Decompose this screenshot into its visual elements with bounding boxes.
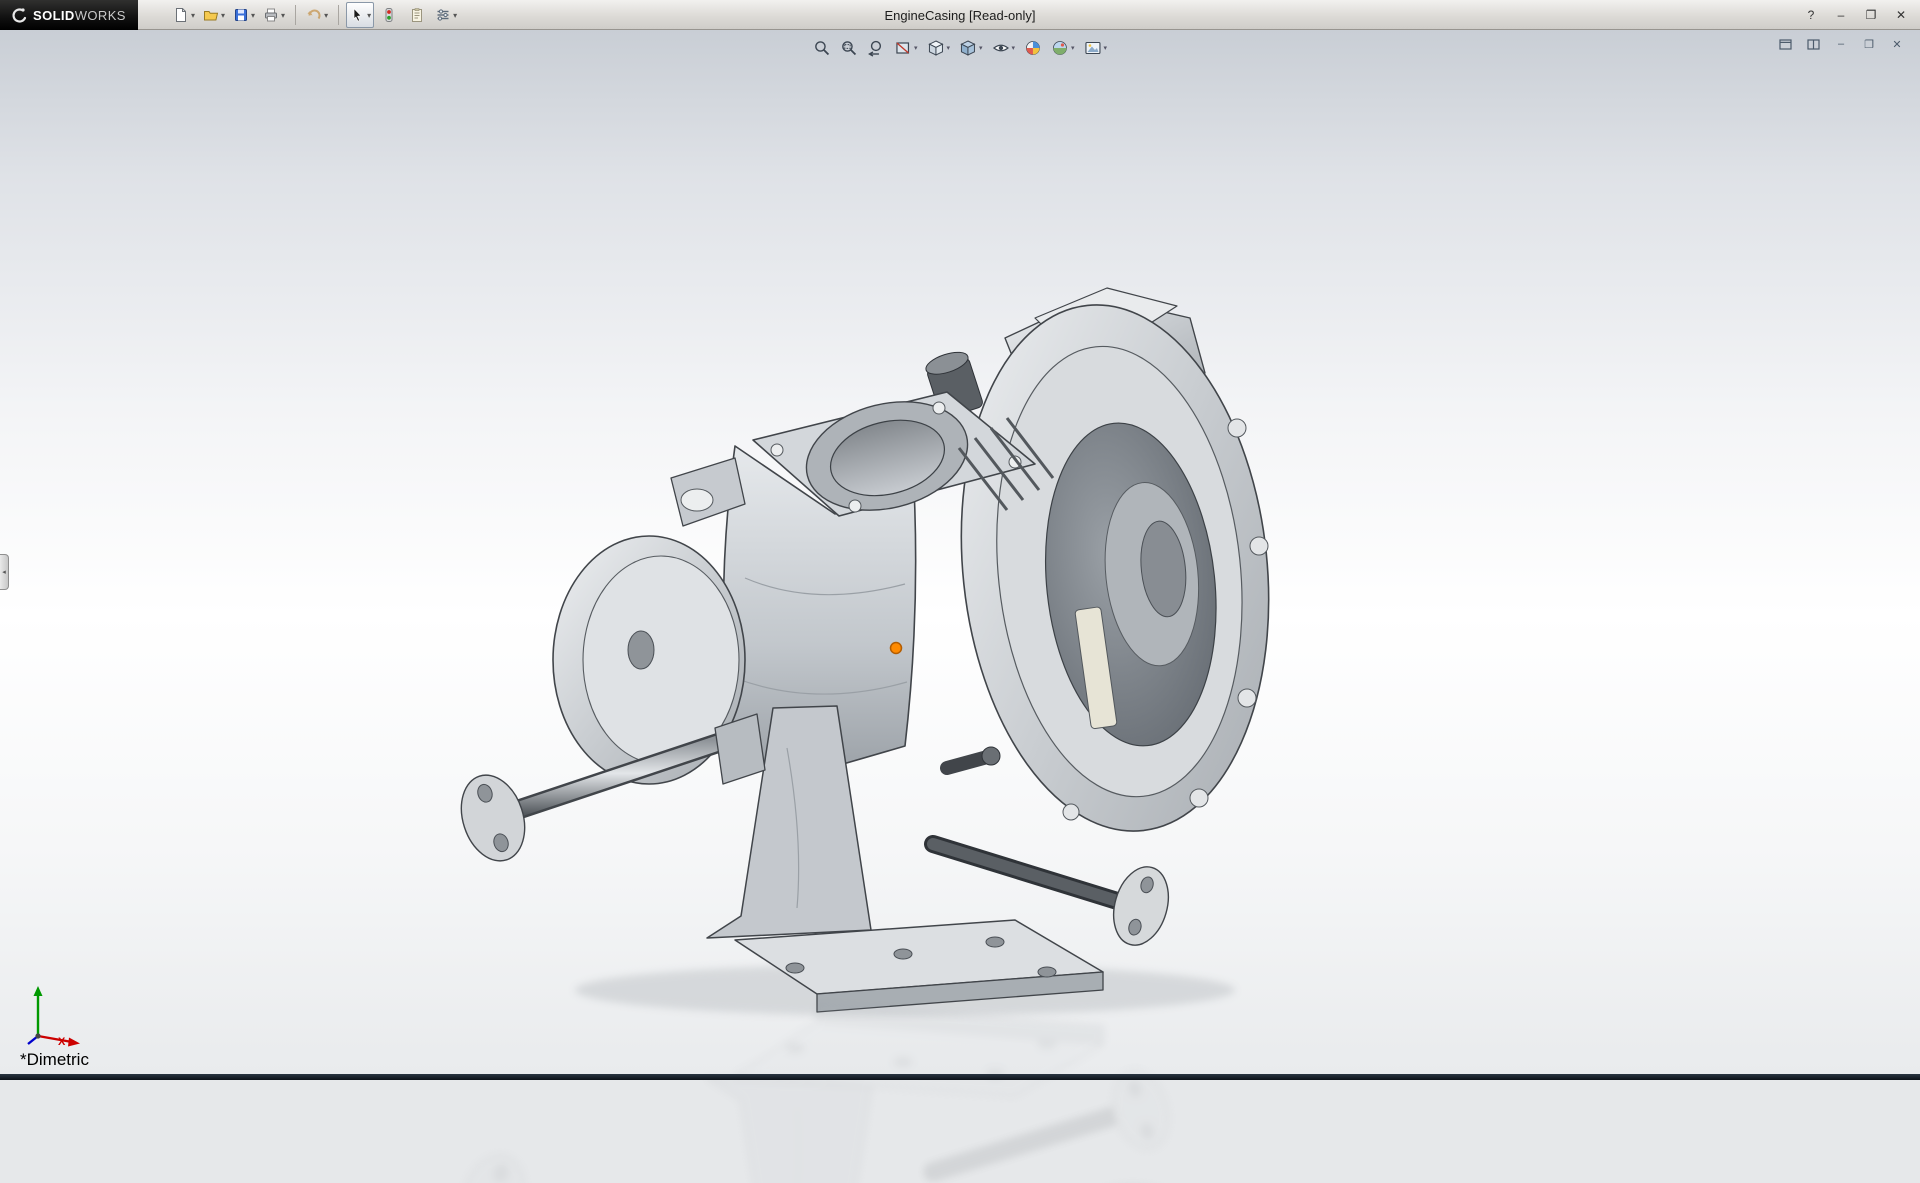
graphics-viewport[interactable]: ▾ ▾ ▾ ▾ bbox=[0, 30, 1920, 1074]
dropdown-arrow-icon[interactable]: ▾ bbox=[1104, 44, 1108, 52]
window-controls: ? – ❐ ✕ bbox=[1798, 0, 1914, 30]
view-orientation-label: *Dimetric bbox=[20, 1050, 89, 1070]
previous-view-button[interactable] bbox=[864, 36, 888, 60]
file-properties-icon bbox=[409, 7, 425, 23]
options-button[interactable] bbox=[432, 2, 460, 28]
titlebar: SOLIDWORKS bbox=[0, 0, 1920, 30]
minimize-button[interactable]: – bbox=[1828, 5, 1854, 25]
zoom-to-area-button[interactable] bbox=[837, 36, 861, 60]
zoom-to-area-icon bbox=[840, 39, 858, 57]
rebuild-button[interactable] bbox=[376, 2, 402, 28]
pane-frame-split-icon bbox=[1807, 39, 1820, 50]
edit-appearance-ball-icon bbox=[1024, 39, 1042, 57]
pane-frame-icon bbox=[1779, 39, 1792, 50]
zoom-to-fit-button[interactable] bbox=[810, 36, 834, 60]
options-icon bbox=[435, 7, 451, 23]
solidworks-logo-icon bbox=[8, 5, 28, 25]
model-origin-point[interactable] bbox=[891, 643, 902, 654]
view-settings-icon bbox=[1084, 39, 1102, 57]
section-view-button[interactable]: ▾ bbox=[891, 36, 921, 60]
open-button[interactable] bbox=[200, 2, 228, 28]
display-style-icon bbox=[959, 39, 977, 57]
apply-scene-icon bbox=[1051, 39, 1069, 57]
file-properties-button[interactable] bbox=[404, 2, 430, 28]
dropdown-arrow-icon[interactable]: ▾ bbox=[1071, 44, 1075, 52]
doc-window-icon-a[interactable] bbox=[1774, 35, 1796, 53]
engine-casing-model[interactable] bbox=[435, 278, 1270, 1183]
new-document-button[interactable] bbox=[170, 2, 198, 28]
main-toolbar bbox=[170, 2, 460, 28]
edit-appearance-button[interactable] bbox=[1021, 36, 1045, 60]
select-cursor-icon bbox=[349, 7, 365, 23]
dropdown-arrow-icon[interactable]: ▾ bbox=[914, 44, 918, 52]
view-orientation-button[interactable]: ▾ bbox=[923, 36, 953, 60]
undo-button[interactable] bbox=[303, 2, 331, 28]
doc-restore-button[interactable]: ❐ bbox=[1858, 35, 1880, 53]
headsup-view-toolbar: ▾ ▾ ▾ ▾ bbox=[810, 36, 1110, 60]
print-button[interactable] bbox=[260, 2, 288, 28]
rebuild-traffic-light-icon bbox=[381, 7, 397, 23]
toolbar-separator bbox=[338, 5, 339, 25]
previous-view-icon bbox=[867, 39, 885, 57]
undo-arrow-icon bbox=[306, 7, 322, 23]
axis-x-label: X bbox=[58, 1036, 65, 1048]
save-button[interactable] bbox=[230, 2, 258, 28]
view-orientation-cube-icon bbox=[926, 39, 944, 57]
app-logo: SOLIDWORKS bbox=[0, 0, 138, 30]
close-button[interactable]: ✕ bbox=[1888, 5, 1914, 25]
apply-scene-button[interactable]: ▾ bbox=[1048, 36, 1078, 60]
axis-x-arrow bbox=[38, 1036, 72, 1042]
brand-text: SOLIDWORKS bbox=[33, 8, 126, 23]
hide-show-eye-icon bbox=[992, 39, 1010, 57]
featuremanager-collapsed-tab[interactable] bbox=[0, 554, 9, 590]
dropdown-arrow-icon[interactable]: ▾ bbox=[979, 44, 983, 52]
dropdown-arrow-icon[interactable]: ▾ bbox=[1012, 44, 1016, 52]
view-settings-button[interactable]: ▾ bbox=[1081, 36, 1111, 60]
open-folder-icon bbox=[203, 7, 219, 23]
doc-window-icon-b[interactable] bbox=[1802, 35, 1824, 53]
save-floppy-icon bbox=[233, 7, 249, 23]
taskbar-sliver bbox=[0, 1074, 1920, 1080]
doc-minimize-button[interactable]: – bbox=[1830, 35, 1852, 53]
section-view-icon bbox=[894, 39, 912, 57]
dropdown-arrow-icon[interactable]: ▾ bbox=[946, 44, 950, 52]
doc-close-button[interactable]: ✕ bbox=[1886, 35, 1908, 53]
maximize-button[interactable]: ❐ bbox=[1858, 5, 1884, 25]
printer-icon bbox=[263, 7, 279, 23]
select-button[interactable] bbox=[346, 2, 374, 28]
help-button[interactable]: ? bbox=[1798, 5, 1824, 25]
zoom-to-fit-icon bbox=[813, 39, 831, 57]
doc-window-controls: – ❐ ✕ bbox=[1774, 35, 1908, 53]
hide-show-items-button[interactable]: ▾ bbox=[989, 36, 1019, 60]
toolbar-separator bbox=[295, 5, 296, 25]
display-style-button[interactable]: ▾ bbox=[956, 36, 986, 60]
new-document-icon bbox=[173, 7, 189, 23]
